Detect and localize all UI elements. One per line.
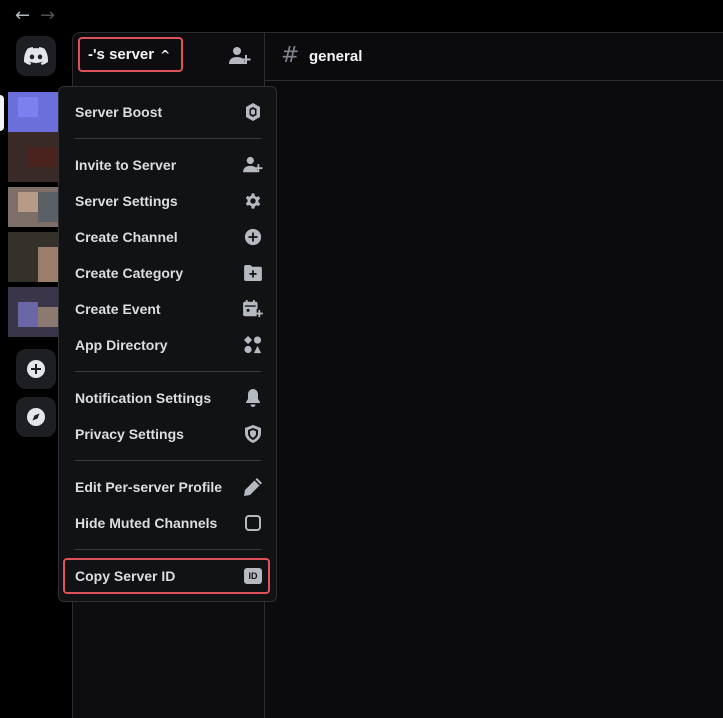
- channel-name: general: [309, 48, 363, 65]
- active-server-indicator: [0, 95, 4, 131]
- menu-item-server-settings[interactable]: Server Settings: [75, 186, 263, 216]
- menu-item-label: Create Event: [75, 301, 161, 317]
- menu-item-invite[interactable]: Invite to Server: [75, 150, 263, 180]
- discord-logo-icon: [24, 47, 48, 65]
- hash-icon: #: [281, 43, 300, 68]
- menu-item-label: Server Boost: [75, 104, 163, 120]
- menu-divider: [75, 549, 261, 550]
- menu-item-label: Edit Per-server Profile: [75, 479, 223, 495]
- add-server-button[interactable]: [16, 349, 56, 389]
- menu-item-label: Notification Settings: [75, 390, 212, 406]
- menu-item-label: Server Settings: [75, 193, 178, 209]
- add-person-icon: [243, 155, 263, 175]
- id-badge: ID: [244, 568, 262, 584]
- menu-divider: [75, 138, 261, 139]
- menu-item-create-event[interactable]: Create Event: [75, 294, 263, 324]
- main-content: [264, 32, 723, 718]
- menu-item-app-directory[interactable]: App Directory: [75, 330, 263, 360]
- compass-icon: [27, 408, 45, 426]
- shield-icon: [243, 424, 263, 444]
- menu-divider: [75, 371, 261, 372]
- add-person-icon: [229, 47, 251, 64]
- id-icon: ID: [243, 566, 263, 586]
- discord-home-button[interactable]: [16, 36, 56, 76]
- pencil-icon: [243, 477, 263, 497]
- menu-item-edit-profile[interactable]: Edit Per-server Profile: [75, 472, 263, 502]
- server-name: -'s server: [88, 46, 155, 63]
- menu-item-hide-muted[interactable]: Hide Muted Channels: [75, 508, 263, 538]
- menu-item-label: Create Category: [75, 265, 184, 281]
- menu-item-privacy-settings[interactable]: Privacy Settings: [75, 419, 263, 449]
- menu-item-create-channel[interactable]: Create Channel: [75, 222, 263, 252]
- back-arrow-button[interactable]: ←: [15, 6, 30, 26]
- chevron-up-icon: ^: [160, 47, 171, 62]
- plus-circle-icon: [27, 360, 45, 378]
- server-dropdown-menu: Server Boost Invite to Server Server Set…: [58, 86, 277, 602]
- gear-icon: [243, 191, 263, 211]
- server-name-button[interactable]: -'s server ^: [78, 37, 183, 72]
- apps-icon: [243, 335, 263, 355]
- bell-icon: [243, 388, 263, 408]
- menu-item-notification-settings[interactable]: Notification Settings: [75, 383, 263, 413]
- menu-item-label: Hide Muted Channels: [75, 515, 218, 531]
- plus-circle-icon: [243, 227, 263, 247]
- menu-item-server-boost[interactable]: Server Boost: [75, 97, 263, 127]
- menu-divider: [75, 460, 261, 461]
- menu-item-label: Privacy Settings: [75, 426, 184, 442]
- folder-plus-icon: [243, 263, 263, 283]
- checkbox-icon[interactable]: [243, 513, 263, 533]
- discover-button[interactable]: [16, 397, 56, 437]
- boost-icon: [243, 102, 263, 122]
- menu-item-label: Create Channel: [75, 229, 178, 245]
- channel-header: # general: [265, 33, 723, 81]
- menu-item-label: Invite to Server: [75, 157, 177, 173]
- calendar-plus-icon: [243, 299, 263, 319]
- menu-item-label: Copy Server ID: [75, 568, 176, 584]
- forward-arrow-button[interactable]: →: [40, 6, 55, 26]
- menu-item-label: App Directory: [75, 337, 168, 353]
- menu-item-copy-server-id[interactable]: Copy Server ID ID: [75, 561, 263, 591]
- menu-item-create-category[interactable]: Create Category: [75, 258, 263, 288]
- invite-people-button[interactable]: [229, 46, 251, 71]
- server-icons-pixelated[interactable]: [8, 92, 58, 342]
